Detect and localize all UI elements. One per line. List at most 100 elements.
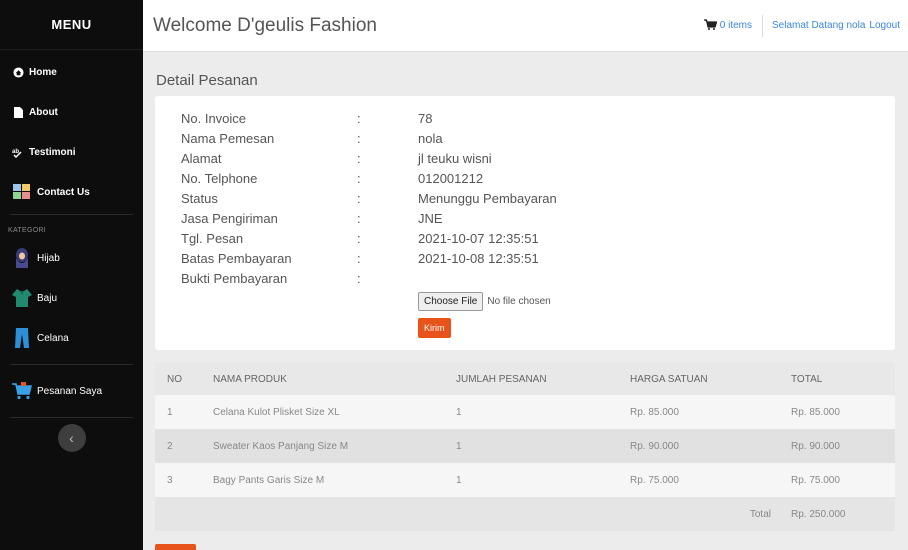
page-title: Detail Pesanan <box>156 72 258 89</box>
sidebar-item-label: Baju <box>37 292 58 304</box>
sidebar-item-celana[interactable]: Celana <box>0 318 143 358</box>
total-label: Total <box>155 497 779 531</box>
shopping-cart-icon <box>12 380 32 402</box>
table-row: 2 Sweater Kaos Panjang Size M 1 Rp. 90.0… <box>155 429 895 463</box>
choose-file-button[interactable]: Choose File <box>418 292 484 311</box>
detail-label: No. Telphone <box>181 171 258 186</box>
detail-colon: : <box>357 251 361 266</box>
detail-label: Bukti Pembayaran <box>181 271 288 286</box>
shopping-cart-icon <box>703 18 718 33</box>
cell-total: Rp. 90.000 <box>779 429 895 463</box>
detail-colon: : <box>357 211 361 226</box>
sidebar-item-label: About <box>29 106 58 118</box>
column-header: NAMA PRODUK <box>201 363 444 395</box>
cell-qty: 1 <box>444 429 618 463</box>
sidebar-item-home[interactable]: Home <box>0 52 143 92</box>
file-icon <box>12 106 24 118</box>
sidebar: MENU Home About ab Testimoni Contact Us … <box>0 0 143 550</box>
detail-colon: : <box>357 171 361 186</box>
detail-row-invoice: No. Invoice : 78 <box>155 111 895 129</box>
detail-row-shipping: Jasa Pengiriman : JNE <box>155 211 895 229</box>
detail-value: JNE <box>418 211 443 226</box>
cell-total: Rp. 75.000 <box>779 463 895 497</box>
detail-row-order-date: Tgl. Pesan : 2021-10-07 12:35:51 <box>155 231 895 249</box>
cell-no: 1 <box>155 395 201 429</box>
file-upload: Choose File No file chosen <box>418 292 551 311</box>
cell-product: Celana Kulot Plisket Size XL <box>201 395 444 429</box>
sidebar-item-testimoni[interactable]: ab Testimoni <box>0 132 143 172</box>
site-title: Welcome D'geulis Fashion <box>153 14 377 36</box>
action-button[interactable] <box>155 544 196 550</box>
cell-qty: 1 <box>444 463 618 497</box>
pants-icon <box>12 327 32 349</box>
cell-no: 2 <box>155 429 201 463</box>
sidebar-item-label: Contact Us <box>37 186 90 198</box>
detail-label: Alamat <box>181 151 222 166</box>
sidebar-item-contact[interactable]: Contact Us <box>0 172 143 212</box>
sidebar-divider <box>10 364 133 365</box>
sidebar-item-label: Testimoni <box>29 146 76 158</box>
detail-colon: : <box>357 271 361 286</box>
cell-no: 3 <box>155 463 201 497</box>
category-heading: KATEGORI <box>8 227 47 234</box>
detail-value: 78 <box>418 111 433 126</box>
order-items-table: NO NAMA PRODUK JUMLAH PESANAN HARGA SATU… <box>155 363 895 531</box>
sidebar-item-hijab[interactable]: Hijab <box>0 238 143 278</box>
cell-qty: 1 <box>444 395 618 429</box>
detail-label: Nama Pemesan <box>181 131 275 146</box>
detail-colon: : <box>357 231 361 246</box>
user-greeting: Selamat Datang nola <box>772 20 866 31</box>
detail-value: 2021-10-07 12:35:51 <box>418 231 539 246</box>
logout-link[interactable]: Logout <box>869 20 900 31</box>
sidebar-divider <box>10 214 133 215</box>
sidebar-item-label: Home <box>29 66 57 78</box>
cell-price: Rp. 85.000 <box>618 395 779 429</box>
detail-row-status: Status : Menunggu Pembayaran <box>155 191 895 209</box>
file-status: No file chosen <box>487 296 551 307</box>
detail-colon: : <box>357 111 361 126</box>
detail-colon: : <box>357 191 361 206</box>
top-right-area: 0 items Selamat Datang nola Logout <box>703 0 908 51</box>
main-content: Detail Pesanan No. Invoice : 78 Nama Pem… <box>143 52 908 550</box>
column-header: HARGA SATUAN <box>618 363 779 395</box>
cart-link[interactable]: 0 items <box>703 18 762 33</box>
detail-label: Status <box>181 191 218 206</box>
sidebar-collapse-button[interactable]: ‹ <box>57 424 86 452</box>
cell-price: Rp. 90.000 <box>618 429 779 463</box>
detail-row-address: Alamat : jl teuku wisni <box>155 151 895 169</box>
chevron-left-icon: ‹ <box>69 430 74 446</box>
detail-row-phone: No. Telphone : 012001212 <box>155 171 895 189</box>
detail-value: Menunggu Pembayaran <box>418 191 557 206</box>
cell-total: Rp. 85.000 <box>779 395 895 429</box>
detail-label: Tgl. Pesan <box>181 231 244 246</box>
column-header: TOTAL <box>779 363 895 395</box>
detail-value: jl teuku wisni <box>418 151 492 166</box>
home-icon <box>12 66 24 78</box>
table-total-row: Total Rp. 250.000 <box>155 497 895 531</box>
cell-product: Bagy Pants Garis Size M <box>201 463 444 497</box>
detail-value: nola <box>418 131 443 146</box>
sidebar-item-label: Pesanan Saya <box>37 385 103 397</box>
sidebar-header: MENU <box>0 0 143 50</box>
detail-label: No. Invoice <box>181 111 247 126</box>
column-header: JUMLAH PESANAN <box>444 363 618 395</box>
contact-icon <box>12 181 32 203</box>
spell-check-icon: ab <box>12 146 24 158</box>
table-header-row: NO NAMA PRODUK JUMLAH PESANAN HARGA SATU… <box>155 363 895 395</box>
table-row: 1 Celana Kulot Plisket Size XL 1 Rp. 85.… <box>155 395 895 429</box>
sidebar-divider <box>10 417 133 418</box>
total-value: Rp. 250.000 <box>779 497 895 531</box>
sidebar-item-about[interactable]: About <box>0 92 143 132</box>
column-header: NO <box>155 363 201 395</box>
hijab-icon <box>12 247 32 269</box>
cell-price: Rp. 75.000 <box>618 463 779 497</box>
detail-row-name: Nama Pemesan : nola <box>155 131 895 149</box>
detail-value: 2021-10-08 12:35:51 <box>418 251 539 266</box>
top-bar: Welcome D'geulis Fashion 0 items Selamat… <box>143 0 908 52</box>
detail-row-payment-deadline: Batas Pembayaran : 2021-10-08 12:35:51 <box>155 251 895 269</box>
sidebar-item-baju[interactable]: Baju <box>0 278 143 318</box>
cart-count: 0 items <box>719 20 752 31</box>
sidebar-item-orders[interactable]: Pesanan Saya <box>0 367 143 415</box>
sidebar-item-label: Celana <box>37 332 69 344</box>
submit-button[interactable]: Kirim <box>418 318 451 338</box>
